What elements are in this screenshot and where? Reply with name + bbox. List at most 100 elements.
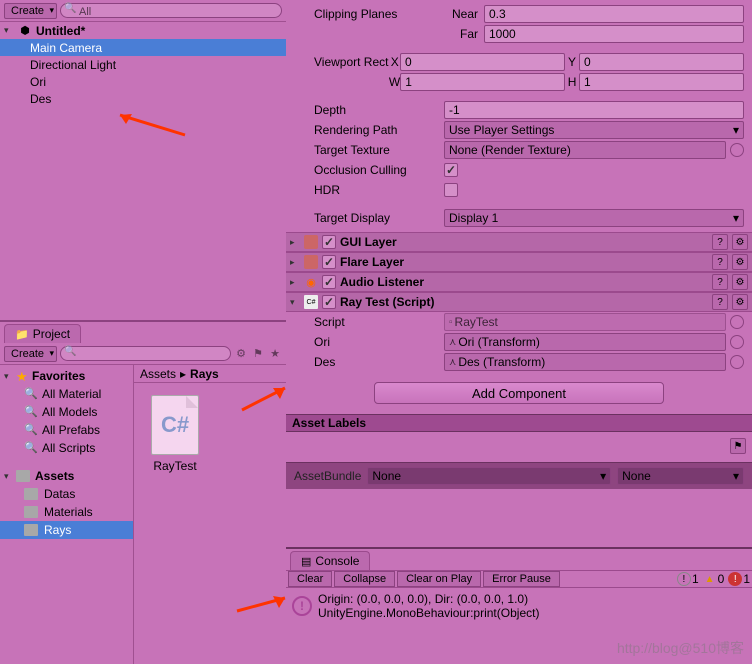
favorite-item[interactable]: 🔍All Material xyxy=(0,385,133,403)
vr-y-field[interactable] xyxy=(579,53,744,71)
help-icon[interactable]: ? xyxy=(712,234,728,250)
filter-icon-1[interactable]: ⚙ xyxy=(234,347,248,361)
hierarchy-item[interactable]: Ori xyxy=(0,73,286,90)
breadcrumb-current[interactable]: Rays xyxy=(190,367,219,381)
project-panel: 📁 Project Create ⚙ ⚑ ★ ▾ ★ Favorites 🔍Al… xyxy=(0,320,286,664)
folder-icon xyxy=(16,470,30,482)
project-create-button[interactable]: Create xyxy=(4,346,57,362)
audio-listener-component[interactable]: ▸ ◉ Audio Listener ? ⚙ xyxy=(286,272,752,292)
project-search-input[interactable] xyxy=(60,346,231,361)
vr-x-field[interactable] xyxy=(400,53,565,71)
star-icon: ★ xyxy=(16,369,30,383)
folder-item[interactable]: Rays xyxy=(0,521,133,539)
object-picker-icon[interactable] xyxy=(730,335,744,349)
error-pause-button[interactable]: Error Pause xyxy=(483,571,560,587)
gear-icon[interactable]: ⚙ xyxy=(732,234,748,250)
chevron-down-icon: ▾ xyxy=(4,371,14,382)
create-button[interactable]: Create xyxy=(4,3,57,19)
error-counter[interactable]: !1 xyxy=(728,572,750,586)
add-component-button[interactable]: Add Component xyxy=(374,382,664,404)
target-display-dropdown[interactable]: Display 1 xyxy=(444,209,744,227)
grid-item-raytest[interactable]: C# RayTest xyxy=(140,389,210,658)
script-field: ▫RayTest xyxy=(444,313,726,331)
chevron-right-icon: ▸ xyxy=(290,237,300,248)
script-label: Script xyxy=(294,315,444,329)
chevron-right-icon: ▸ xyxy=(290,257,300,268)
object-picker-icon[interactable] xyxy=(730,315,744,329)
scene-row[interactable]: ▾ ⬢ Untitled* xyxy=(0,22,286,39)
project-tree: ▾ ★ Favorites 🔍All Material🔍All Models🔍A… xyxy=(0,365,134,664)
warn-counter[interactable]: ▲0 xyxy=(703,572,725,586)
occlusion-culling-checkbox[interactable] xyxy=(444,163,458,177)
ori-field[interactable]: ⋏Ori (Transform) xyxy=(444,333,726,351)
breadcrumb-root[interactable]: Assets xyxy=(140,367,176,381)
ray-test-enabled-checkbox[interactable] xyxy=(322,295,336,309)
des-field[interactable]: ⋏Des (Transform) xyxy=(444,353,726,371)
viewport-rect-label: Viewport Rect xyxy=(294,55,390,69)
folder-item[interactable]: Datas xyxy=(0,485,133,503)
chevron-down-icon: ▾ xyxy=(4,471,14,482)
help-icon[interactable]: ? xyxy=(712,254,728,270)
far-label: Far xyxy=(444,27,484,41)
console-tabs: ▤ Console xyxy=(286,549,752,570)
console-tab[interactable]: ▤ Console xyxy=(290,551,370,570)
gear-icon[interactable]: ⚙ xyxy=(732,274,748,290)
favorite-item[interactable]: 🔍All Prefabs xyxy=(0,421,133,439)
flare-layer-component[interactable]: ▸ Flare Layer ? ⚙ xyxy=(286,252,752,272)
search-icon: 🔍 xyxy=(24,405,38,419)
label-icon[interactable]: ⚑ xyxy=(730,438,746,454)
info-counter[interactable]: !1 xyxy=(677,572,699,586)
help-icon[interactable]: ? xyxy=(712,294,728,310)
ray-test-component[interactable]: ▾ C# Ray Test (Script) ? ⚙ xyxy=(286,292,752,312)
folder-item[interactable]: Materials xyxy=(0,503,133,521)
asset-grid[interactable]: C# RayTest xyxy=(134,383,286,664)
filter-icon-2[interactable]: ⚑ xyxy=(251,347,265,361)
far-field[interactable] xyxy=(484,25,744,43)
near-field[interactable] xyxy=(484,5,744,23)
hierarchy-search-input[interactable]: All xyxy=(60,3,282,18)
depth-label: Depth xyxy=(294,103,444,117)
hdr-checkbox[interactable] xyxy=(444,183,458,197)
clear-button[interactable]: Clear xyxy=(288,571,332,587)
hierarchy-item[interactable]: Directional Light xyxy=(0,56,286,73)
search-icon: 🔍 xyxy=(24,387,38,401)
gui-layer-component[interactable]: ▸ GUI Layer ? ⚙ xyxy=(286,232,752,252)
console-toolbar: Clear Collapse Clear on Play Error Pause… xyxy=(286,570,752,588)
clear-on-play-button[interactable]: Clear on Play xyxy=(397,571,481,587)
collapse-button[interactable]: Collapse xyxy=(334,571,395,587)
flare-layer-enabled-checkbox[interactable] xyxy=(322,255,336,269)
help-icon[interactable]: ? xyxy=(712,274,728,290)
asset-bundle-variant-dropdown[interactable]: None xyxy=(617,467,744,485)
chevron-right-icon: ▸ xyxy=(290,277,300,288)
target-texture-field[interactable]: None (Render Texture) xyxy=(444,141,726,159)
asset-labels-header: Asset Labels xyxy=(286,414,752,432)
favorite-item[interactable]: 🔍All Models xyxy=(0,403,133,421)
gear-icon[interactable]: ⚙ xyxy=(732,294,748,310)
search-icon: 🔍 xyxy=(24,423,38,437)
depth-field[interactable] xyxy=(444,101,744,119)
vr-w-field[interactable] xyxy=(400,73,565,91)
console-message[interactable]: ! Origin: (0.0, 0.0, 0.0), Dir: (0.0, 0.… xyxy=(286,588,752,624)
favorite-item[interactable]: 🔍All Scripts xyxy=(0,439,133,457)
favorites-header[interactable]: ▾ ★ Favorites xyxy=(0,367,133,385)
object-picker-icon[interactable] xyxy=(730,355,744,369)
gui-layer-enabled-checkbox[interactable] xyxy=(322,235,336,249)
hierarchy-item[interactable]: Main Camera xyxy=(0,39,286,56)
search-icon: 🔍 xyxy=(24,441,38,455)
hierarchy-item[interactable]: Des xyxy=(0,90,286,107)
project-tab[interactable]: 📁 Project xyxy=(4,324,81,343)
rendering-path-dropdown[interactable]: Use Player Settings xyxy=(444,121,744,139)
assets-header[interactable]: ▾ Assets xyxy=(0,467,133,485)
folder-icon xyxy=(24,506,38,518)
hierarchy-panel: Create All ▾ ⬢ Untitled* Main CameraDire… xyxy=(0,0,286,320)
vr-h-field[interactable] xyxy=(579,73,744,91)
object-picker-icon[interactable] xyxy=(730,143,744,157)
filter-icon-3[interactable]: ★ xyxy=(268,347,282,361)
folder-icon: 📁 xyxy=(15,328,29,341)
watermark: http://blog@510博客 xyxy=(617,638,744,658)
vr-h-label: H xyxy=(565,75,579,89)
asset-bundle-dropdown[interactable]: None xyxy=(367,467,611,485)
console-icon: ▤ xyxy=(301,555,311,568)
audio-listener-enabled-checkbox[interactable] xyxy=(322,275,336,289)
gear-icon[interactable]: ⚙ xyxy=(732,254,748,270)
